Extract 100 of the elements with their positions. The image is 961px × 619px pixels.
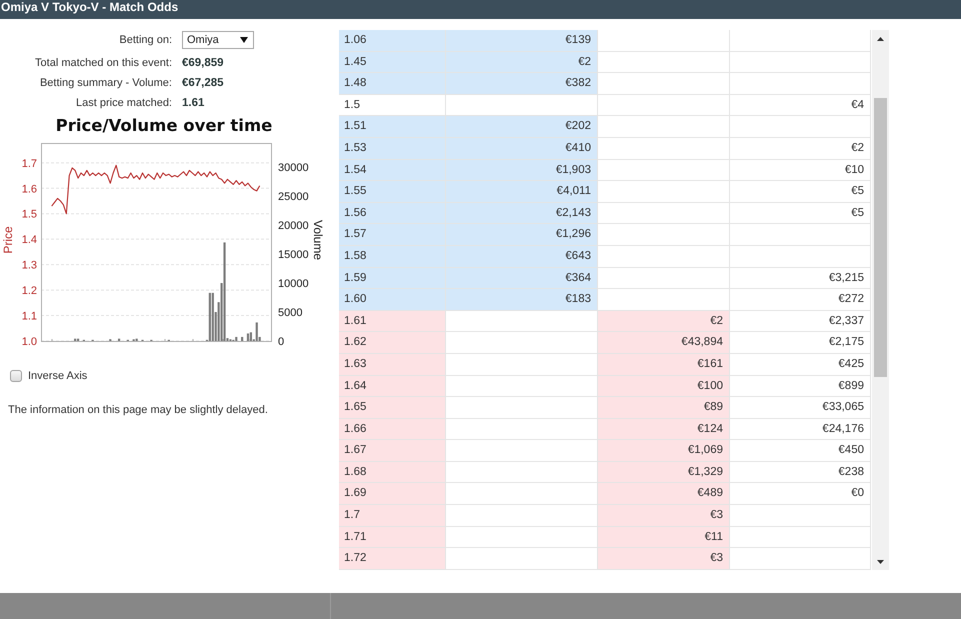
y-axis-tick-label: 1.7 xyxy=(22,158,37,170)
info-label: Betting summary - Volume: xyxy=(40,77,172,89)
table-cell: €1,329 xyxy=(598,462,730,484)
table-cell: €89 xyxy=(598,397,730,419)
table-cell: 1.65 xyxy=(339,397,446,419)
y-axis-tick-label: 25000 xyxy=(278,191,309,204)
scrollbar-thumb[interactable] xyxy=(874,98,887,377)
y-axis-tick-label: 1.5 xyxy=(22,208,37,221)
table-cell: 1.56 xyxy=(339,202,446,224)
table-cell: 1.60 xyxy=(339,289,446,311)
volume-bar xyxy=(118,338,120,341)
table-cell: 1.54 xyxy=(339,160,446,182)
table-cell: €2,337 xyxy=(730,310,871,332)
table-cell: 1.55 xyxy=(339,181,446,203)
volume-bar xyxy=(241,336,244,341)
table-cell: 1.63 xyxy=(339,354,446,376)
caret-icon xyxy=(240,37,248,43)
table-cell: €238 xyxy=(730,462,871,484)
table-cell: €1,903 xyxy=(446,160,598,182)
table-cell: €24,176 xyxy=(730,418,871,440)
y-axis-tick-label: 1.6 xyxy=(22,183,37,196)
table-cell: €183 xyxy=(446,289,598,311)
table-cell: €450 xyxy=(730,440,871,462)
table-cell: €1,069 xyxy=(598,440,730,462)
scroll-up-icon[interactable] xyxy=(877,36,884,40)
table-cell: €425 xyxy=(730,354,871,376)
scroll-down-icon[interactable] xyxy=(877,560,884,564)
delay-notice: The information on this page may be slightly delayed. xyxy=(8,403,268,417)
y-axis-tick-label: 1.1 xyxy=(22,310,37,323)
y-axis-tick-label: 10000 xyxy=(278,278,309,290)
table-cell: €489 xyxy=(598,483,730,506)
table-cell: €100 xyxy=(598,376,730,398)
y-axis-tick-label: 20000 xyxy=(278,220,309,232)
table-cell: €139 xyxy=(446,30,598,52)
info-label: Last price matched: xyxy=(76,97,172,109)
y-axis-tick-label: 1.2 xyxy=(22,285,37,298)
chart-title: Price/Volume over time xyxy=(56,116,272,136)
table-cell: €643 xyxy=(446,246,598,268)
table-cell: €0 xyxy=(730,483,871,506)
table-cell: €2,143 xyxy=(446,202,598,224)
checkbox[interactable] xyxy=(10,370,22,382)
table-cell: 1.62 xyxy=(339,332,446,354)
table-cell: €382 xyxy=(446,73,598,95)
table-cell: 1.68 xyxy=(339,462,446,484)
table-cell: 1.57 xyxy=(339,224,446,246)
y-axis-tick-label: 1.4 xyxy=(22,234,37,246)
table-cell: €2 xyxy=(730,138,871,160)
info-label: Total matched on this event: xyxy=(35,57,172,69)
table-cell: 1.45 xyxy=(339,52,446,74)
window-title: Omiya V Tokyo-V - Match Odds xyxy=(1,0,178,14)
table-cell: €410 xyxy=(446,138,598,160)
table-cell: €899 xyxy=(730,376,871,398)
y-axis-tick-label: 5000 xyxy=(278,307,302,319)
info-value: 1.61 xyxy=(182,97,204,109)
team-select[interactable]: Omiya xyxy=(182,31,254,49)
table-cell: 1.53 xyxy=(339,138,446,160)
table-cell: 1.51 xyxy=(339,116,446,138)
info-value: €67,285 xyxy=(182,77,224,89)
checkbox-label: Inverse Axis xyxy=(28,370,88,382)
table-cell: 1.61 xyxy=(339,310,446,332)
table-cell: €5 xyxy=(730,181,871,203)
scrollbar[interactable] xyxy=(872,30,889,570)
table-cell: 1.66 xyxy=(339,418,446,440)
table-cell: 1.69 xyxy=(339,483,446,506)
y-axis-tick-label: 1.0 xyxy=(22,336,37,348)
table-cell: 1.72 xyxy=(339,548,446,570)
axis-title: Volume xyxy=(311,220,325,260)
table-cell: €2,175 xyxy=(730,332,871,354)
table-cell: €272 xyxy=(730,289,871,311)
table-cell: 1.71 xyxy=(339,526,446,548)
table-cell: 1.06 xyxy=(339,30,446,52)
table-cell: €202 xyxy=(446,116,598,138)
table-cell: €3 xyxy=(598,548,730,570)
y-axis-tick-label: 15000 xyxy=(278,249,309,262)
table-cell: 1.59 xyxy=(339,268,446,290)
table-cell: 1.7 xyxy=(339,505,446,527)
axis-title: Price xyxy=(1,226,15,254)
table-cell: €33,065 xyxy=(730,397,871,419)
y-axis-tick-label: 30000 xyxy=(278,162,309,174)
table-cell: 1.5 xyxy=(339,94,446,116)
table-cell: €2 xyxy=(446,52,598,74)
table-cell: €364 xyxy=(446,268,598,290)
table-cell: €2 xyxy=(598,310,730,332)
table-cell: €11 xyxy=(598,526,730,548)
table-cell: 1.48 xyxy=(339,73,446,95)
table-cell: €3,215 xyxy=(730,268,871,290)
table-cell: 1.58 xyxy=(339,246,446,268)
table-cell: 1.64 xyxy=(339,376,446,398)
y-axis-tick-label: 0 xyxy=(278,336,284,348)
table-cell: €10 xyxy=(730,160,871,182)
table-cell: €161 xyxy=(598,354,730,376)
info-value: €69,859 xyxy=(182,57,224,69)
table-cell: €4 xyxy=(730,94,871,116)
table-cell: €124 xyxy=(598,418,730,440)
table-cell: 1.67 xyxy=(339,440,446,462)
table-cell: €43,894 xyxy=(598,332,730,354)
field-label: Betting on: xyxy=(119,33,172,48)
table-cell: €5 xyxy=(730,202,871,224)
table-cell: €4,011 xyxy=(446,181,598,203)
table-cell: €3 xyxy=(598,505,730,527)
